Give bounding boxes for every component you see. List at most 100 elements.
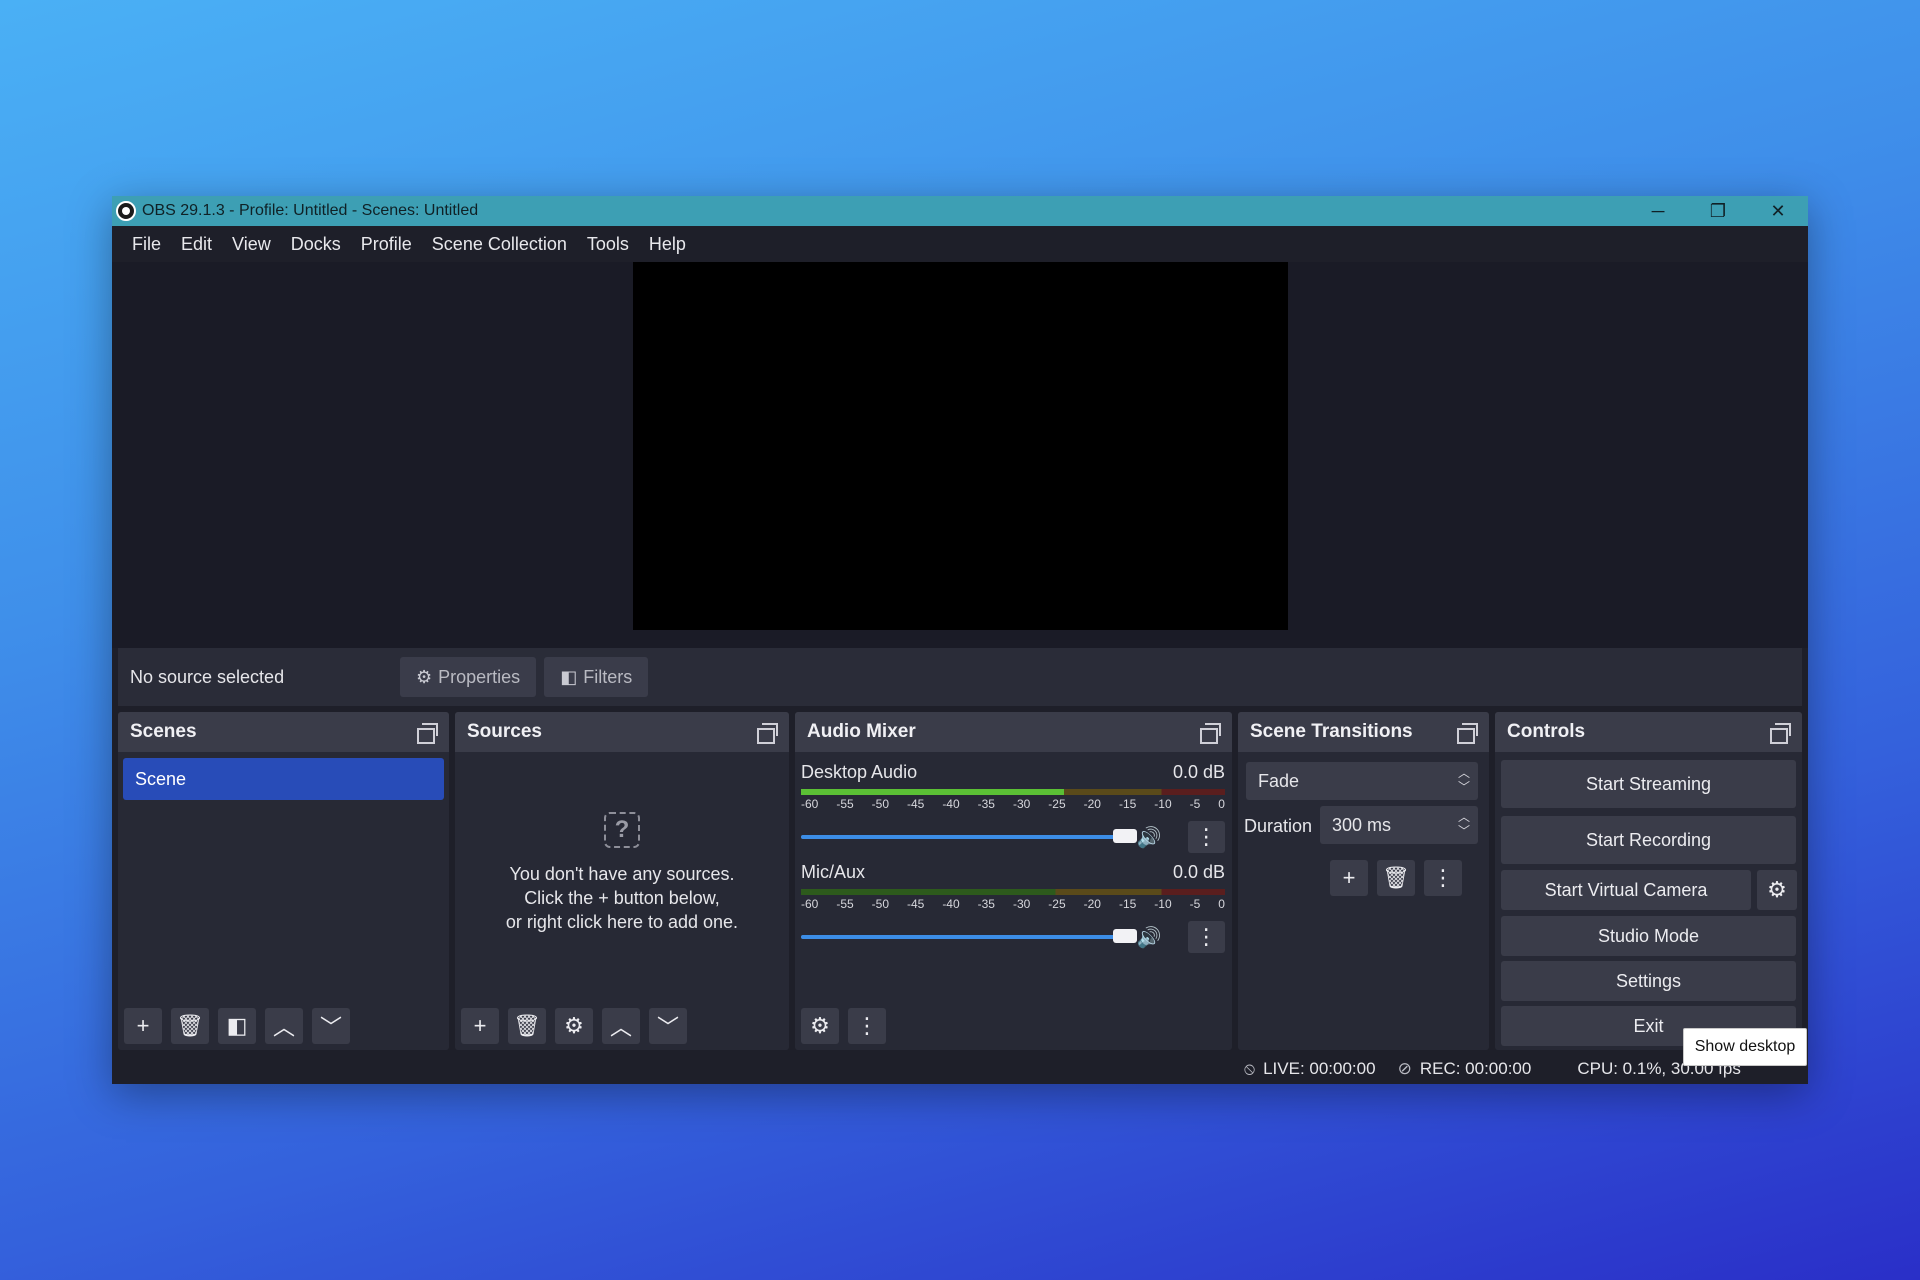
tick: 0 <box>1218 897 1225 911</box>
tick: -35 <box>977 897 995 911</box>
move-source-down-button[interactable]: ﹀ <box>649 1008 687 1044</box>
meter-fill <box>801 789 1064 795</box>
tick: -35 <box>977 797 995 811</box>
plus-icon: + <box>473 1013 487 1038</box>
start-virtual-camera-button[interactable]: Start Virtual Camera <box>1501 870 1751 910</box>
menu-profile[interactable]: Profile <box>351 234 422 255</box>
mixer-channel-desktop: Desktop Audio 0.0 dB -60 -55 -50 -45 -40… <box>801 762 1225 853</box>
undock-icon[interactable] <box>417 723 438 744</box>
sources-dock[interactable]: Sources ? You don't have any sources. Cl… <box>455 712 789 1050</box>
channel-level: 0.0 dB <box>1172 862 1225 882</box>
menu-docks[interactable]: Docks <box>281 234 351 255</box>
tick: -50 <box>871 797 889 811</box>
live-timer: LIVE: 00:00:00 <box>1263 1059 1376 1078</box>
remove-source-button[interactable]: 🗑 <box>508 1008 546 1044</box>
slider-handle[interactable] <box>1112 929 1137 943</box>
tick: -10 <box>1154 797 1172 811</box>
move-scene-down-button[interactable]: ﹀ <box>312 1008 350 1044</box>
channel-level: 0.0 dB <box>1172 762 1225 782</box>
virtual-camera-settings-button[interactable]: ⚙ <box>1757 870 1797 910</box>
filters-button[interactable]: ◧ Filters <box>544 657 649 697</box>
close-button[interactable]: ✕ <box>1748 196 1808 226</box>
add-scene-button[interactable]: + <box>124 1008 162 1044</box>
start-streaming-button[interactable]: Start Streaming <box>1501 760 1796 808</box>
menu-scene-collection[interactable]: Scene Collection <box>422 234 577 255</box>
speaker-icon[interactable]: 🔊 <box>1137 925 1162 950</box>
slider-handle[interactable] <box>1112 829 1137 843</box>
kebab-icon: ⋮ <box>1195 824 1218 849</box>
undock-icon[interactable] <box>1770 723 1791 744</box>
maximize-button[interactable]: ❐ <box>1688 196 1748 226</box>
undock-icon[interactable] <box>1457 723 1478 744</box>
tick: -10 <box>1154 897 1172 911</box>
menu-help[interactable]: Help <box>639 234 696 255</box>
volume-slider[interactable] <box>801 829 1137 843</box>
preview-canvas[interactable] <box>633 262 1288 630</box>
transitions-title: Scene Transitions <box>1250 721 1413 742</box>
audio-mixer-header[interactable]: Audio Mixer <box>795 712 1232 752</box>
audio-mixer-dock: Audio Mixer Desktop Audio 0.0 dB -60 -55… <box>795 712 1232 1050</box>
mixer-menu-button[interactable]: ⋮ <box>848 1008 886 1044</box>
transitions-header[interactable]: Scene Transitions <box>1238 712 1489 752</box>
scenes-dock-header[interactable]: Scenes <box>118 712 449 752</box>
gear-icon: ⚙ <box>1767 877 1787 902</box>
volume-slider[interactable] <box>801 929 1137 943</box>
controls-title: Controls <box>1507 721 1586 742</box>
sources-dock-header[interactable]: Sources <box>455 712 789 752</box>
advanced-audio-button[interactable]: ⚙ <box>801 1008 839 1044</box>
restore-icon: ❐ <box>1709 200 1727 221</box>
channel-menu-button[interactable]: ⋮ <box>1187 821 1225 853</box>
controls-header[interactable]: Controls <box>1495 712 1802 752</box>
kebab-icon: ⋮ <box>1432 865 1454 890</box>
channel-menu-button[interactable]: ⋮ <box>1187 921 1225 953</box>
slider-fill <box>801 935 1127 939</box>
transition-selected: Fade <box>1258 770 1300 791</box>
channel-name: Desktop Audio <box>801 762 918 782</box>
menu-tools[interactable]: Tools <box>577 234 639 255</box>
add-transition-button[interactable]: + <box>1330 860 1368 896</box>
scene-list-item[interactable]: Scene <box>123 758 444 800</box>
speaker-icon[interactable]: 🔊 <box>1137 825 1162 850</box>
remove-scene-button[interactable]: 🗑 <box>171 1008 209 1044</box>
properties-label: Properties <box>438 666 521 687</box>
studio-mode-button[interactable]: Studio Mode <box>1501 916 1796 956</box>
sources-empty-state: ? You don't have any sources. Click the … <box>455 812 789 934</box>
undock-icon[interactable] <box>1200 723 1221 744</box>
add-source-button[interactable]: + <box>461 1008 499 1044</box>
undock-icon[interactable] <box>757 723 778 744</box>
scene-transitions-dock: Scene Transitions Fade ︿ ﹀ Duration 300 m… <box>1238 712 1489 1050</box>
minimize-button[interactable]: ─ <box>1628 196 1688 226</box>
tick: -5 <box>1189 897 1201 911</box>
remove-transition-button[interactable]: 🗑 <box>1377 860 1415 896</box>
plus-icon: + <box>136 1013 150 1038</box>
menu-view[interactable]: View <box>222 234 281 255</box>
empty-line-1: You don't have any sources. <box>509 864 735 884</box>
trash-icon: 🗑 <box>176 1013 204 1038</box>
move-scene-up-button[interactable]: ︿ <box>265 1008 303 1044</box>
properties-button[interactable]: ⚙ Properties <box>400 657 537 697</box>
source-properties-button[interactable]: ⚙ <box>555 1008 593 1044</box>
settings-button[interactable]: Settings <box>1501 961 1796 1001</box>
menu-edit[interactable]: Edit <box>171 234 222 255</box>
scene-filters-button[interactable]: ◧ <box>218 1008 256 1044</box>
filters-label: Filters <box>583 666 633 687</box>
volume-meter <box>801 789 1225 795</box>
tick: -20 <box>1083 897 1101 911</box>
tick: -25 <box>1048 797 1066 811</box>
record-off-icon: ⊘ <box>1397 1059 1412 1078</box>
transition-select[interactable]: Fade ︿ ﹀ <box>1246 762 1478 800</box>
transition-menu-button[interactable]: ⋮ <box>1424 860 1462 896</box>
duration-spinbox[interactable]: 300 ms ︿ ﹀ <box>1320 806 1478 844</box>
slider-fill <box>801 835 1127 839</box>
title-bar[interactable]: OBS 29.1.3 - Profile: Untitled - Scenes:… <box>112 196 1808 226</box>
move-source-up-button[interactable]: ︿ <box>602 1008 640 1044</box>
gear-icon: ⚙ <box>564 1013 584 1038</box>
source-toolbar: No source selected ⚙ Properties ◧ Filter… <box>118 648 1802 706</box>
spin-arrows-icon[interactable]: ︿ ﹀ <box>1458 810 1470 838</box>
menu-file[interactable]: File <box>122 234 171 255</box>
tick: -15 <box>1118 897 1137 911</box>
preview-area[interactable] <box>112 262 1808 648</box>
tick: -40 <box>942 897 960 911</box>
scene-item-label: Scene <box>135 768 187 789</box>
start-recording-button[interactable]: Start Recording <box>1501 816 1796 864</box>
